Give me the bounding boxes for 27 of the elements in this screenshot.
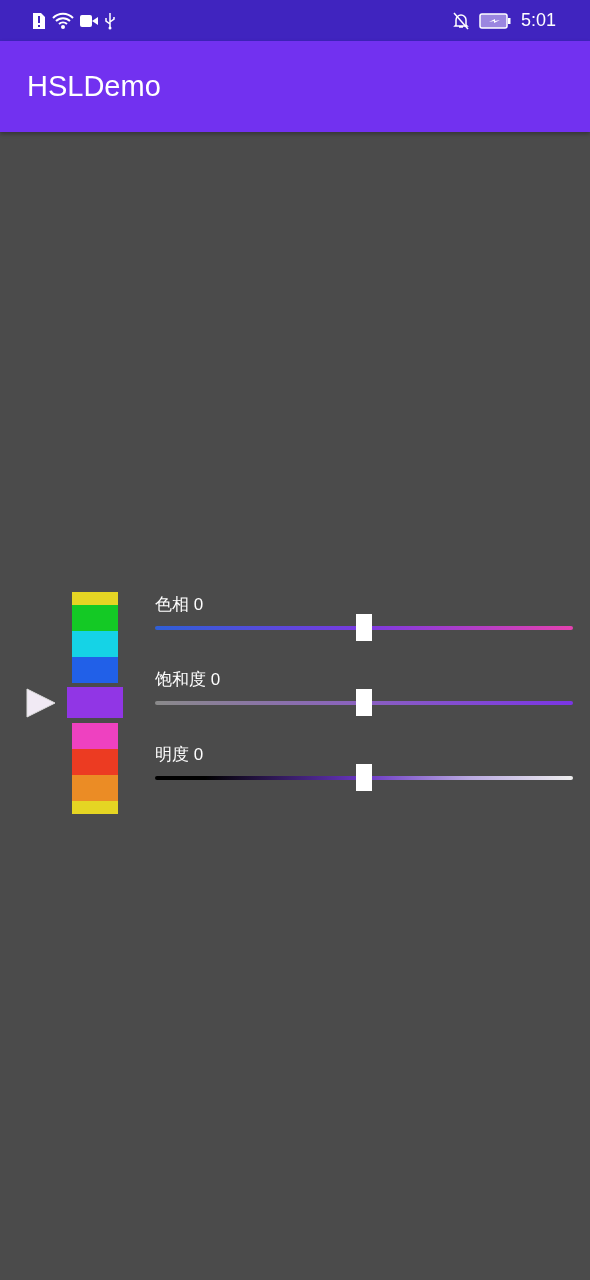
color-swatch[interactable] [72,657,118,683]
slider-thumb[interactable] [356,688,372,716]
sim-alert-icon [32,11,46,30]
color-swatch[interactable] [72,723,118,749]
color-swatch[interactable] [67,687,123,718]
slider-thumb[interactable] [356,763,372,791]
app-title: HSLDemo [27,70,161,103]
color-swatch[interactable] [72,605,118,631]
battery-charging-icon [478,12,511,29]
pointer-triangle-icon [26,688,56,718]
color-swatch[interactable] [72,749,118,775]
color-swatch[interactable] [72,775,118,801]
slider[interactable] [155,613,573,641]
clock-time: 5:01 [520,10,556,31]
usb-icon [104,11,116,30]
color-swatch[interactable] [72,801,118,814]
color-swatch[interactable] [72,631,118,657]
color-swatch[interactable] [72,592,118,605]
slider[interactable] [155,688,573,716]
slider-label: 色相 0 [155,593,205,616]
slider[interactable] [155,763,573,791]
video-camera-icon [80,14,98,27]
slider-label: 饱和度 0 [155,668,222,691]
wifi-icon [52,11,74,30]
slider-thumb[interactable] [356,613,372,641]
notifications-off-icon [452,11,469,30]
slider-label: 明度 0 [155,743,205,766]
